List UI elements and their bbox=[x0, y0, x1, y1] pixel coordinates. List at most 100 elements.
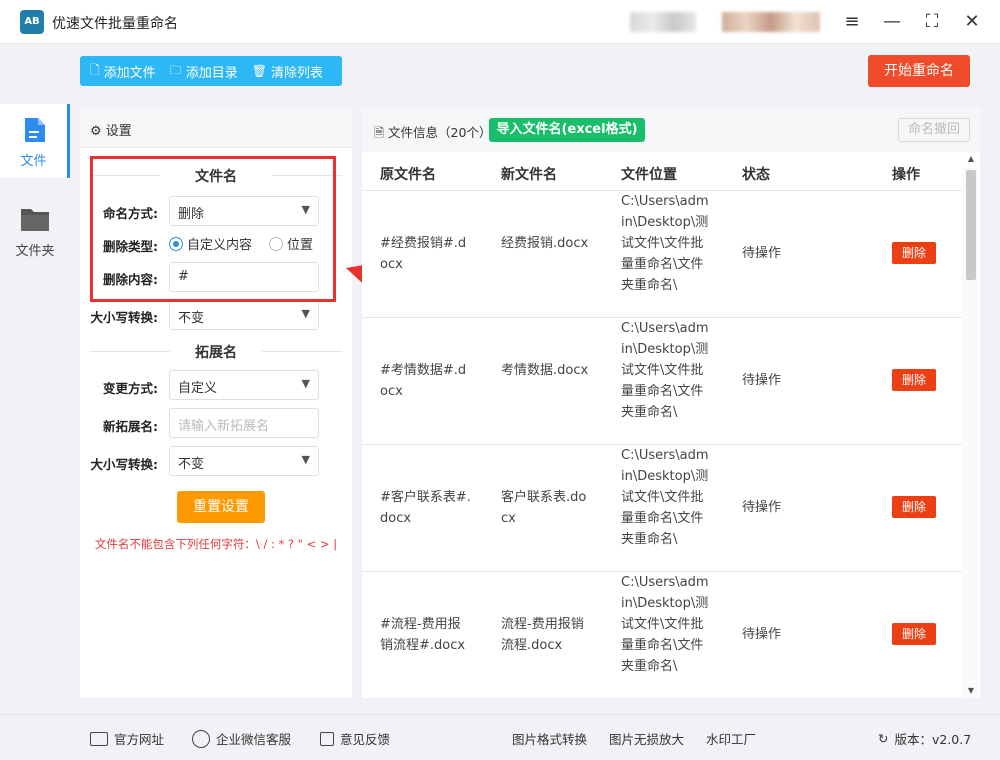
feedback-label: 意见反馈 bbox=[340, 732, 391, 747]
row-delete-button[interactable]: 删除 bbox=[892, 496, 936, 518]
cell-path: C:\Users\admin\Desktop\测试文件\文件批量重命名\文件夹重… bbox=[621, 448, 709, 547]
case-value: 不变 bbox=[178, 311, 205, 326]
filename-warning: 文件名不能包含下列任何字符：\ / : * ? " < > | bbox=[94, 537, 338, 551]
minimize-icon[interactable]: — bbox=[880, 10, 904, 34]
file-info-icon: 🗎 bbox=[374, 125, 385, 140]
row-delete-button[interactable]: 删除 bbox=[892, 242, 936, 264]
nav-item-file[interactable]: 文件 bbox=[0, 104, 70, 178]
nav-label-file: 文件 bbox=[20, 154, 47, 169]
left-nav: 文件 文件夹 bbox=[0, 44, 70, 714]
clear-list-label: 清除列表 bbox=[270, 65, 323, 81]
cell-path: C:\Users\admin\Desktop\测试文件\文件批量重命名\文件夹重… bbox=[621, 575, 709, 674]
new-ext-input[interactable]: 请输入新拓展名 bbox=[169, 408, 319, 438]
ext-section-title: 拓展名 bbox=[195, 345, 237, 361]
chevron-down-icon: ▼ bbox=[301, 307, 310, 320]
clear-list-button[interactable]: 🗑 清除列表 bbox=[252, 62, 323, 81]
table-row[interactable]: #客户联系表#.docx 客户联系表.docx C:\Users\admin\D… bbox=[362, 445, 962, 572]
row-delete-button[interactable]: 删除 bbox=[892, 369, 936, 391]
app-logo-icon: AB bbox=[20, 10, 44, 34]
change-mode-value: 自定义 bbox=[178, 381, 218, 396]
highlight-box bbox=[90, 156, 336, 302]
menu-icon[interactable]: ≡ bbox=[840, 10, 864, 34]
app-title: 优速文件批量重命名 bbox=[52, 16, 178, 32]
settings-header: ⚙ 设置 bbox=[80, 108, 352, 148]
img-convert-link[interactable]: 图片格式转换 bbox=[512, 729, 587, 748]
ext-case-select[interactable]: 不变 ▼ bbox=[169, 446, 319, 476]
cell-path: C:\Users\admin\Desktop\测试文件\文件批量重命名\文件夹重… bbox=[621, 194, 709, 293]
trash-icon: 🗑 bbox=[251, 64, 267, 78]
table-row[interactable]: #考情数据#.docx 考情数据.docx C:\Users\admin\Des… bbox=[362, 318, 962, 445]
undo-rename-button[interactable]: 命名撤回 bbox=[898, 118, 970, 142]
nav-item-folder[interactable]: 文件夹 bbox=[0, 194, 70, 268]
cell-new: 流程-费用报销流程.docx bbox=[501, 617, 584, 653]
col-header-status[interactable]: 状态 bbox=[742, 164, 770, 184]
ext-case-value: 不变 bbox=[178, 457, 205, 472]
cell-status: 待操作 bbox=[742, 627, 782, 642]
nav-label-folder: 文件夹 bbox=[15, 244, 55, 259]
scroll-up-icon[interactable]: ▲ bbox=[966, 154, 976, 163]
col-header-path[interactable]: 文件位置 bbox=[621, 164, 677, 184]
gear-icon: ⚙ bbox=[90, 124, 102, 139]
chat-icon bbox=[192, 729, 210, 748]
case-label: 大小写转换: bbox=[90, 310, 159, 325]
col-header-new[interactable]: 新文件名 bbox=[501, 164, 557, 184]
user-name-blurred[interactable] bbox=[722, 12, 820, 32]
chevron-down-icon: ▼ bbox=[301, 453, 310, 466]
user-avatar-blurred[interactable] bbox=[630, 12, 696, 32]
website-icon bbox=[90, 731, 108, 746]
new-ext-label: 新拓展名: bbox=[103, 419, 158, 434]
version-info[interactable]: ↻ 版本：v2.0.7 bbox=[878, 729, 971, 748]
cell-orig: #流程-费用报销流程#.docx bbox=[380, 617, 466, 653]
change-mode-label: 变更方式: bbox=[103, 381, 158, 396]
cell-path: C:\Users\admin\Desktop\测试文件\文件批量重命名\文件夹重… bbox=[621, 321, 709, 420]
title-bar: AB 优速文件批量重命名 ≡ — ⛶ ✕ bbox=[0, 0, 1000, 44]
toolbar: 🗋 添加文件 🗀 添加目录 🗑 清除列表 bbox=[80, 56, 342, 86]
cell-status: 待操作 bbox=[742, 373, 782, 388]
file-info-text: 文件信息（20个） bbox=[388, 125, 492, 140]
wechat-link[interactable]: 企业微信客服 bbox=[192, 729, 291, 748]
cell-new: 客户联系表.docx bbox=[501, 490, 587, 526]
col-header-action[interactable]: 操作 bbox=[892, 164, 920, 184]
table-row[interactable]: #流程-费用报销流程#.docx 流程-费用报销流程.docx C:\Users… bbox=[362, 572, 962, 698]
refresh-icon: ↻ bbox=[878, 731, 889, 746]
website-label: 官方网址 bbox=[114, 732, 165, 747]
cell-orig: #考情数据#.docx bbox=[380, 363, 467, 399]
file-info: 🗎 文件信息（20个） bbox=[374, 122, 491, 145]
add-file-label: 添加文件 bbox=[103, 65, 156, 81]
scrollbar-thumb[interactable] bbox=[966, 170, 976, 280]
add-file-icon: 🗋 bbox=[90, 62, 100, 77]
close-icon[interactable]: ✕ bbox=[960, 10, 984, 34]
add-dir-button[interactable]: 🗀 添加目录 bbox=[170, 61, 238, 82]
website-link[interactable]: 官方网址 bbox=[90, 729, 164, 748]
table-row[interactable]: #经费报销#.docx 经费报销.docx C:\Users\admin\Des… bbox=[362, 191, 962, 318]
change-mode-select[interactable]: 自定义 ▼ bbox=[169, 370, 319, 400]
folder-icon bbox=[21, 209, 49, 231]
import-filename-button[interactable]: 导入文件名(excel格式) bbox=[489, 118, 645, 142]
maximize-icon[interactable]: ⛶ bbox=[920, 10, 944, 34]
watermark-link[interactable]: 水印工厂 bbox=[706, 729, 756, 748]
file-panel-header: 🗎 文件信息（20个） 导入文件名(excel格式) 命名撤回 bbox=[362, 108, 980, 152]
feedback-link[interactable]: 意见反馈 bbox=[320, 729, 390, 748]
divider bbox=[262, 351, 342, 352]
add-dir-label: 添加目录 bbox=[185, 65, 238, 81]
feedback-icon bbox=[320, 731, 334, 746]
case-select[interactable]: 不变 ▼ bbox=[169, 300, 319, 330]
reset-settings-button[interactable]: 重置设置 bbox=[177, 491, 265, 523]
img-enlarge-link[interactable]: 图片无损放大 bbox=[609, 729, 684, 748]
file-icon bbox=[25, 118, 45, 142]
scroll-down-icon[interactable]: ▼ bbox=[966, 686, 976, 695]
cell-orig: #经费报销#.docx bbox=[380, 236, 467, 272]
cell-new: 考情数据.docx bbox=[501, 363, 589, 378]
add-file-button[interactable]: 🗋 添加文件 bbox=[90, 61, 156, 82]
chevron-down-icon: ▼ bbox=[301, 377, 310, 390]
file-panel: 🗎 文件信息（20个） 导入文件名(excel格式) 命名撤回 原文件名 新文件… bbox=[362, 108, 980, 698]
start-rename-button[interactable]: 开始重命名 bbox=[868, 55, 970, 87]
settings-title: 设置 bbox=[105, 124, 132, 139]
cell-status: 待操作 bbox=[742, 500, 782, 515]
footer: 官方网址 企业微信客服 意见反馈 图片格式转换 图片无损放大 水印工厂 ↻ 版本… bbox=[0, 714, 1000, 760]
cell-new: 经费报销.docx bbox=[501, 236, 589, 251]
wechat-label: 企业微信客服 bbox=[216, 732, 292, 747]
add-folder-icon: 🗀 bbox=[169, 62, 182, 77]
col-header-orig[interactable]: 原文件名 bbox=[380, 164, 436, 184]
row-delete-button[interactable]: 删除 bbox=[892, 623, 936, 645]
